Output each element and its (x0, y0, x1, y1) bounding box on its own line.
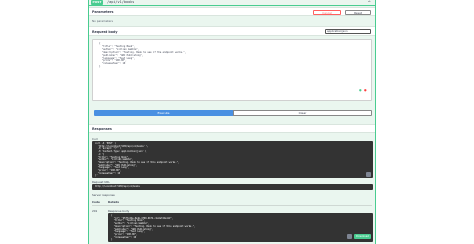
copy-icon[interactable] (366, 172, 371, 177)
chevron-up-icon[interactable]: ^ (368, 0, 371, 5)
operation-panel: POST /api/v1/books ^ Parameters Cancel R… (88, 0, 376, 244)
operation-path: /api/v1/books (107, 0, 135, 4)
content-type-select[interactable]: application/json (325, 29, 371, 34)
code-header: Code (92, 200, 100, 204)
response-code: 201 (92, 209, 98, 213)
request-body-title: Request body (92, 30, 118, 34)
no-parameters-text: No parameters (92, 19, 113, 23)
reset-button[interactable]: Reset (345, 10, 371, 15)
copy-icon[interactable] (347, 234, 352, 239)
request-url-value: http://localhost:5230/api/v1/books (92, 184, 373, 190)
request-body-editor[interactable]: { "title": "Testing Book", "author": "Li… (92, 39, 372, 101)
response-body-code: { "id": "d5f7cd4e-8a1b-4f90-9bf2-c1a3e7d… (108, 213, 373, 242)
server-response-label: Server response (92, 193, 115, 197)
responses-title: Responses (92, 127, 112, 131)
operation-header[interactable]: POST /api/v1/books ^ (89, 0, 375, 6)
curl-code-block: curl -X 'POST' \ 'http://localhost:5230/… (92, 141, 373, 178)
error-badge-icon: ● (364, 88, 367, 92)
details-header: Details (108, 200, 120, 204)
cancel-button[interactable]: Cancel (313, 10, 341, 15)
method-badge: POST (91, 0, 103, 5)
responses-bar: Responses (89, 124, 375, 133)
parameters-bar: Parameters Cancel Reset (89, 7, 375, 16)
download-button[interactable]: Download (354, 234, 371, 239)
clear-button[interactable]: Clear (233, 110, 372, 116)
request-body-bar: Request body application/json (89, 26, 375, 36)
header-divider (92, 205, 372, 206)
parameters-title: Parameters (92, 10, 114, 14)
valid-icon: ● (359, 88, 362, 92)
execute-button[interactable]: Execute (94, 110, 233, 116)
